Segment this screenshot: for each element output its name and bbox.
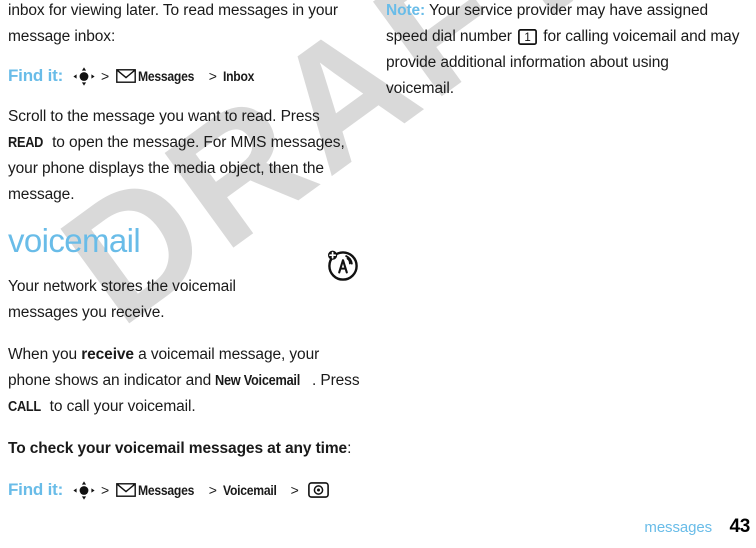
envelope-icon	[116, 483, 137, 497]
paragraph-receive-part3: . Press	[311, 372, 360, 389]
paragraph-receive-part4: to call your voicemail.	[45, 398, 196, 415]
emphasis-receive: receive	[81, 346, 134, 363]
key-1-icon: 1	[518, 28, 537, 45]
section-heading-voicemail: voicemail	[8, 222, 141, 259]
note-label: Note:	[386, 2, 426, 19]
menu-label-messages: Messages	[138, 68, 195, 84]
paragraph-scroll-read-part2: to open the message. For MMS messages, y…	[8, 134, 345, 203]
find-it-label-2: Find it:	[8, 480, 64, 499]
find-it-separator-2: >	[208, 68, 217, 84]
left-text-column: inbox for viewing later. To read message…	[8, 0, 362, 518]
right-text-column: Note: Your service provider may have ass…	[386, 0, 740, 118]
new-voicemail-indicator-icon-wrapper	[324, 246, 360, 282]
find-it-row-inbox: Find it: > Messages > Inbox	[8, 66, 362, 86]
paragraph-inbox-intro-text: inbox for viewing later. To read message…	[8, 2, 338, 45]
find-it-separator-1: >	[101, 482, 110, 498]
call-key-icon	[307, 482, 329, 498]
svg-text:1: 1	[524, 32, 530, 44]
manual-page: inbox for viewing later. To read message…	[0, 0, 756, 548]
menu-label-messages: Messages	[138, 482, 195, 498]
menu-label-voicemail: Voicemail	[222, 482, 277, 498]
menu-label-inbox: Inbox	[222, 68, 255, 84]
paragraph-check-any-time-tail: :	[347, 440, 352, 457]
envelope-icon	[116, 69, 137, 83]
paragraph-check-any-time: To check your voicemail messages at any …	[8, 436, 362, 462]
find-it-row-voicemail: Find it: > Messages > Voicemail >	[8, 480, 362, 500]
navigation-key-icon	[73, 66, 95, 86]
paragraph-network-stores: Your network stores the voicemail messag…	[8, 274, 308, 326]
footer-page-number: 43	[729, 516, 750, 537]
paragraph-receive-voicemail: When you receive a voicemail message, yo…	[8, 342, 362, 420]
find-it-label: Find it:	[8, 66, 64, 85]
find-it-separator-3: >	[290, 482, 299, 498]
paragraph-scroll-read-part1: Scroll to the message you want to read. …	[8, 108, 320, 125]
navigation-key-icon	[73, 480, 95, 500]
find-it-separator-1: >	[101, 68, 110, 84]
paragraph-network-stores-text: Your network stores the voicemail messag…	[8, 278, 236, 321]
page-footer: messages 43	[0, 514, 756, 538]
key-label-read: READ	[8, 135, 44, 151]
paragraph-note-speed-dial: Note: Your service provider may have ass…	[386, 0, 740, 102]
paragraph-receive-part1: When you	[8, 346, 82, 363]
new-voicemail-indicator-icon	[324, 246, 360, 282]
find-it-separator-2: >	[208, 482, 217, 498]
key-label-call: CALL	[8, 399, 41, 415]
paragraph-scroll-read: Scroll to the message you want to read. …	[8, 104, 362, 208]
footer-section-label: messages	[644, 519, 712, 536]
paragraph-check-any-time-bold: To check your voicemail messages at any …	[8, 440, 348, 457]
paragraph-inbox-intro: inbox for viewing later. To read message…	[8, 0, 362, 50]
key-label-new-voicemail: New Voicemail	[215, 373, 301, 389]
